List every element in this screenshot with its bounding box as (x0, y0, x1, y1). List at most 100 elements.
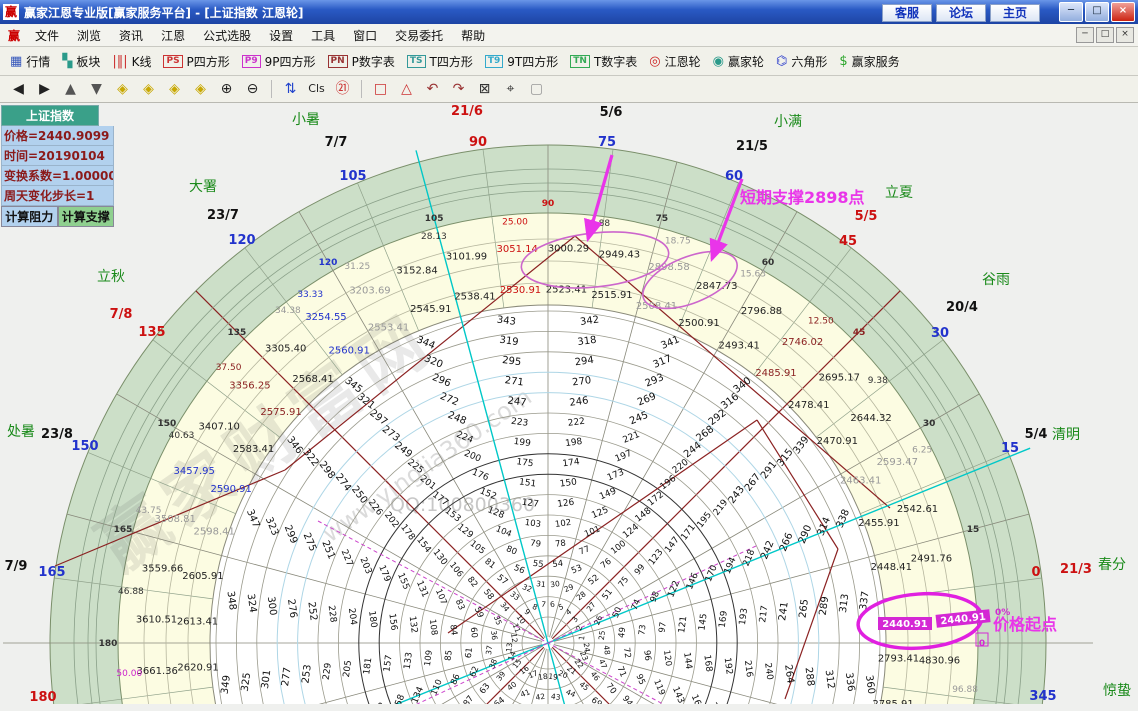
toolbar-winner-wheel-button[interactable]: ◉赢家轮 (707, 51, 770, 72)
svg-text:3610.51: 3610.51 (136, 615, 177, 626)
9p-square-icon: P9 (242, 55, 261, 68)
toolbar-winner-service-button[interactable]: $赢家服务 (833, 51, 905, 72)
menu-item-8[interactable]: 交易委托 (386, 27, 452, 45)
draw-zoom-in-button[interactable]: ⊕ (214, 79, 239, 100)
svg-text:谷雨: 谷雨 (982, 272, 1010, 288)
svg-text:5/5: 5/5 (855, 209, 878, 224)
svg-text:清明: 清明 (1052, 427, 1080, 443)
draw-arc-ccw-button[interactable]: ↶ (420, 79, 445, 100)
svg-text:43: 43 (550, 692, 561, 702)
svg-text:6.25: 6.25 (912, 445, 932, 455)
menu-item-5[interactable]: 设置 (260, 27, 302, 45)
close-button[interactable]: × (1111, 2, 1135, 22)
draw-diamond-up-button[interactable]: ◈ (162, 79, 187, 100)
drawing-toolbar: ◀▶▲▼◈◈◈◈⊕⊖⇅Cls㉑□△↶↷⊠⌖▢ (0, 76, 1138, 103)
draw-shrink-button[interactable]: ⌖ (498, 79, 523, 100)
svg-text:2590.91: 2590.91 (211, 484, 252, 495)
draw-updown-arrows-button[interactable]: ⇅ (278, 79, 303, 100)
toolbar-kline-button[interactable]: |‖|K线 (106, 51, 157, 72)
child-restore-button[interactable]: □ (1096, 27, 1114, 43)
p-table-icon: PN (328, 55, 348, 68)
svg-text:30: 30 (550, 579, 561, 589)
svg-text:3152.84: 3152.84 (396, 266, 437, 277)
draw-prev-button[interactable]: ◀ (6, 79, 31, 100)
svg-text:3000.29: 3000.29 (548, 244, 589, 255)
svg-text:2542.61: 2542.61 (897, 504, 938, 515)
titlebar-link-0[interactable]: 客服 (882, 4, 932, 22)
gann-wheel-icon: ◎ (649, 55, 660, 68)
toolbar-p-square-button[interactable]: PSP四方形 (157, 51, 235, 72)
draw-diamond-down-button[interactable]: ◈ (188, 79, 213, 100)
draw-red-rect-button[interactable]: □ (368, 79, 393, 100)
svg-text:小暑: 小暑 (292, 112, 320, 128)
p-square-icon: PS (163, 55, 182, 68)
svg-text:9.38: 9.38 (868, 376, 888, 386)
toolbar-9p-square-button[interactable]: P99P四方形 (236, 51, 322, 72)
calc-resistance-button[interactable]: 计算阻力 (1, 206, 58, 227)
draw-calendar-21-button[interactable]: ㉑ (330, 79, 355, 100)
menu-item-1[interactable]: 浏览 (68, 27, 110, 45)
svg-text:惊蛰: 惊蛰 (1103, 683, 1131, 699)
menu-item-3[interactable]: 江恩 (152, 27, 194, 45)
toolbar-9t-square-button[interactable]: T99T四方形 (479, 51, 564, 72)
toolbar-p-table-button[interactable]: PNP数字表 (322, 51, 401, 72)
draw-next-button[interactable]: ▶ (32, 79, 57, 100)
svg-text:3254.55: 3254.55 (305, 312, 346, 323)
menu-item-7[interactable]: 窗口 (344, 27, 386, 45)
svg-text:28.13: 28.13 (421, 232, 447, 242)
svg-text:大署: 大署 (189, 179, 217, 195)
toolbar-t-table-button[interactable]: TNT数字表 (564, 51, 643, 72)
draw-down-triangle-button[interactable]: ▼ (84, 79, 109, 100)
draw-red-triangle-button[interactable]: △ (394, 79, 419, 100)
svg-text:4830.96: 4830.96 (919, 656, 960, 667)
winner-service-label: 赢家服务 (852, 53, 900, 70)
svg-text:21.88: 21.88 (584, 219, 610, 229)
toolbar-quotes-button[interactable]: ▦行情 (4, 51, 56, 72)
menu-item-2[interactable]: 资讯 (110, 27, 152, 45)
titlebar-link-1[interactable]: 论坛 (936, 4, 986, 22)
minimize-button[interactable]: ─ (1059, 2, 1083, 22)
maximize-button[interactable]: □ (1085, 2, 1109, 22)
draw-diamond-right-button[interactable]: ◈ (136, 79, 161, 100)
svg-text:立秋: 立秋 (97, 269, 125, 285)
toolbar-hexagon-button[interactable]: ⌬六角形 (770, 51, 833, 72)
svg-text:2448.41: 2448.41 (871, 562, 912, 573)
draw-cls-button[interactable]: Cls (304, 79, 329, 100)
svg-text:180: 180 (99, 639, 118, 649)
menu-item-4[interactable]: 公式选股 (194, 27, 260, 45)
window-controls: ─□× (1059, 2, 1135, 22)
draw-diamond-left-button[interactable]: ◈ (110, 79, 135, 100)
info-row-3: 周天变化步长=1 (1, 186, 114, 206)
gann-wheel-canvas[interactable]: 赢家财富网www.yingjia360.comQQ:10080036012345… (0, 103, 1138, 704)
svg-text:61: 61 (464, 647, 475, 659)
svg-text:小满: 小满 (774, 114, 802, 130)
winner-wheel-label: 赢家轮 (728, 53, 764, 70)
child-minimize-button[interactable]: ─ (1076, 27, 1094, 43)
draw-zoom-out-button[interactable]: ⊖ (240, 79, 265, 100)
draw-arc-cw-button[interactable]: ↷ (446, 79, 471, 100)
support-note: 短期支撑2898点 (740, 188, 865, 207)
toolbar-gann-wheel-button[interactable]: ◎ 江恩轮 (643, 51, 706, 72)
toolbar-t-square-button[interactable]: TST四方形 (401, 51, 479, 72)
svg-text:0: 0 (979, 639, 985, 649)
draw-up-triangle-button[interactable]: ▲ (58, 79, 83, 100)
titlebar-link-2[interactable]: 主页 (990, 4, 1040, 22)
draw-clear-frame-button[interactable]: ▢ (524, 79, 549, 100)
menu-item-6[interactable]: 工具 (302, 27, 344, 45)
toolbar-sectors-button[interactable]: ▚板块 (56, 51, 106, 72)
svg-text:40.63: 40.63 (169, 431, 195, 441)
gann-wheel-label: 江恩轮 (665, 53, 701, 70)
svg-text:18.75: 18.75 (665, 237, 691, 247)
child-close-button[interactable]: × (1116, 27, 1134, 43)
svg-text:7/9: 7/9 (5, 559, 28, 574)
hexagon-icon: ⌬ (776, 55, 787, 68)
svg-text:2593.47: 2593.47 (877, 457, 918, 468)
svg-text:5/4: 5/4 (1025, 427, 1048, 442)
svg-text:90: 90 (469, 135, 487, 150)
svg-text:60: 60 (468, 627, 479, 639)
menu-item-9[interactable]: 帮助 (452, 27, 494, 45)
draw-boxed-x-button[interactable]: ⊠ (472, 79, 497, 100)
svg-text:50.00: 50.00 (116, 669, 142, 679)
menu-item-0[interactable]: 文件 (26, 27, 68, 45)
calc-support-button[interactable]: 计算支撑 (58, 206, 115, 227)
